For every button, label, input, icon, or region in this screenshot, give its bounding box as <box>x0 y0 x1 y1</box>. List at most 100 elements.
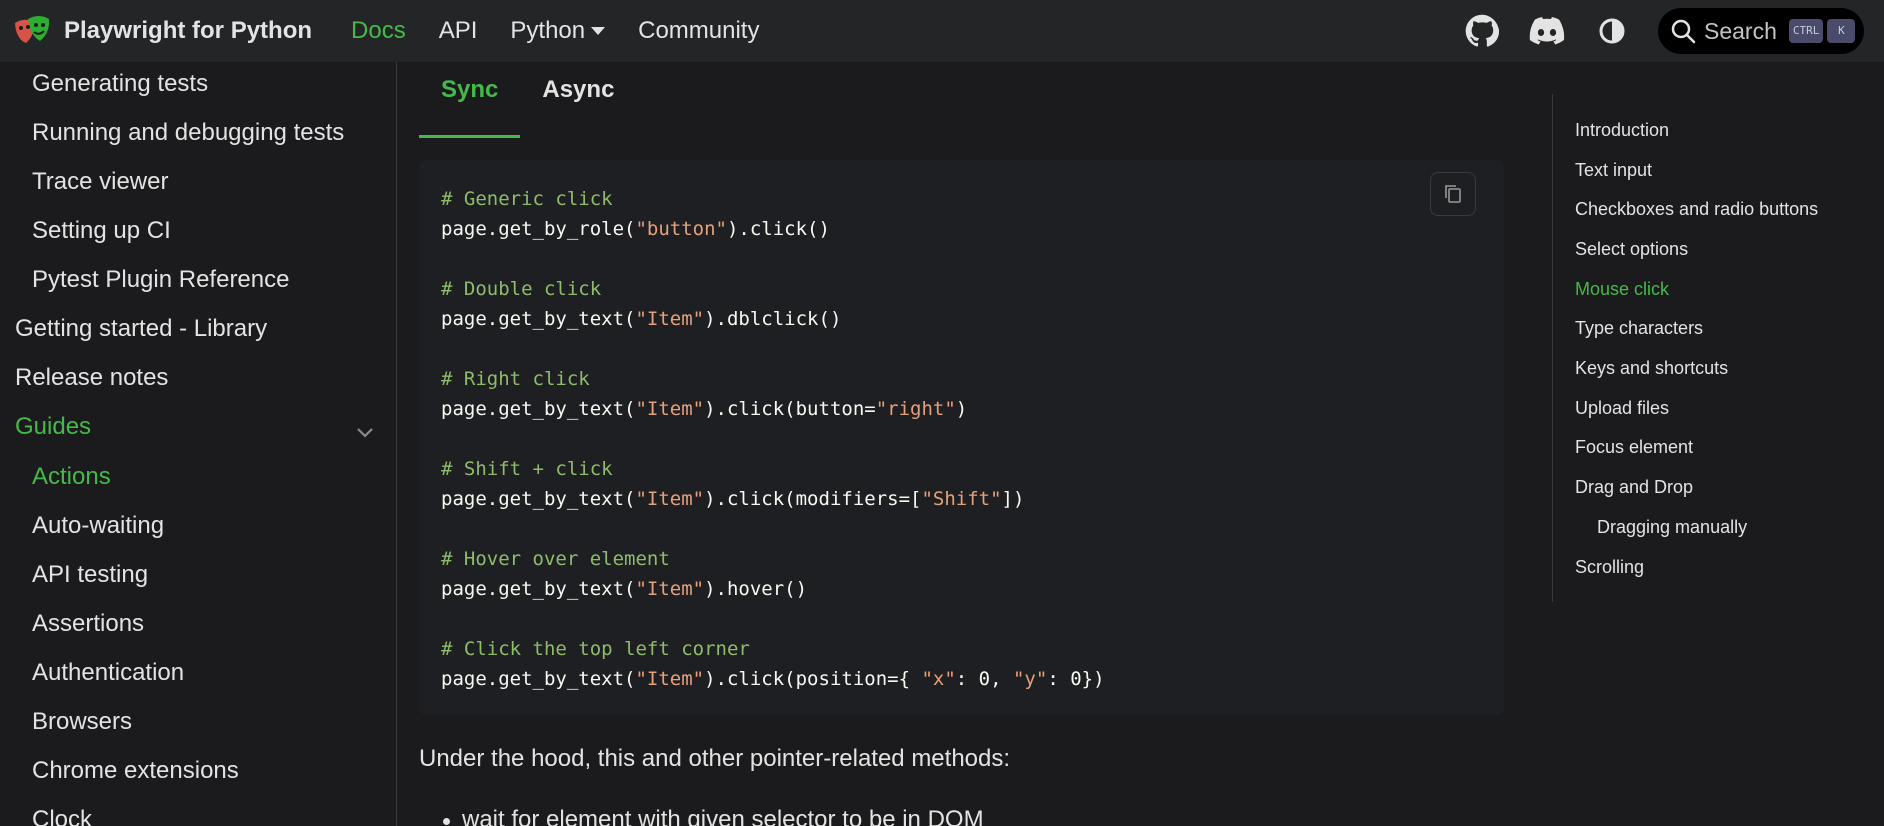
nav-link-community[interactable]: Community <box>638 17 759 45</box>
bullet-marker <box>443 818 450 825</box>
code-comment: # Click the top left corner <box>441 638 750 660</box>
code-string: "Item" <box>635 398 705 420</box>
sidebar-item-auto-waiting[interactable]: Auto-waiting <box>32 512 164 540</box>
discord-link[interactable] <box>1528 12 1566 50</box>
sidebar-item-authentication[interactable]: Authentication <box>32 659 184 687</box>
code-string: "Item" <box>635 308 705 330</box>
sidebar-item-api-testing[interactable]: API testing <box>32 561 148 589</box>
code-line: page.get_by_text("Item").click(modifiers… <box>441 484 1482 514</box>
toc-item-select-options[interactable]: Select options <box>1575 239 1688 260</box>
code-line: page.get_by_role("button").click() <box>441 214 1482 244</box>
code-token: ).click(button= <box>704 398 876 420</box>
code-comment: # Generic click <box>441 188 613 210</box>
sidebar-item-assertions[interactable]: Assertions <box>32 610 144 638</box>
brand-title: Playwright for Python <box>64 17 313 44</box>
bullet-item: wait for element with given selector to … <box>462 806 984 826</box>
toc-item-checkboxes[interactable]: Checkboxes and radio buttons <box>1575 199 1818 220</box>
nav-language-label: Python <box>510 17 586 44</box>
sidebar-item-setting-up-ci[interactable]: Setting up CI <box>32 217 171 245</box>
code-comment: # Double click <box>441 278 602 300</box>
search-button[interactable]: Search CTRL K <box>1658 8 1864 54</box>
discord-icon <box>1529 17 1565 45</box>
sidebar-item-release-notes[interactable]: Release notes <box>15 364 168 392</box>
code-token: page.get_by_text( <box>441 398 636 420</box>
search-icon <box>1671 19 1696 44</box>
code-token: page.get_by_role( <box>441 218 636 240</box>
code-token: page.get_by_text( <box>441 578 636 600</box>
toc-item-drag-and-drop[interactable]: Drag and Drop <box>1575 477 1693 498</box>
sidebar-item-browsers[interactable]: Browsers <box>32 708 132 736</box>
search-shortcut: CTRL K <box>1788 19 1860 43</box>
code-block: # Generic click page.get_by_role("button"… <box>419 160 1504 715</box>
code-token: page.get_by_text( <box>441 488 636 510</box>
sidebar-item-trace-viewer[interactable]: Trace viewer <box>32 168 168 196</box>
toc-item-mouse-click[interactable]: Mouse click <box>1575 279 1669 300</box>
code-comment: # Right click <box>441 368 590 390</box>
code-token: page.get_by_text( <box>441 668 636 690</box>
toc-item-introduction[interactable]: Introduction <box>1575 120 1669 141</box>
toc-item-type-characters[interactable]: Type characters <box>1575 318 1703 339</box>
code-token: ).click(position={ <box>704 668 922 690</box>
code-string: "Item" <box>635 488 705 510</box>
chevron-down-icon[interactable] <box>354 421 376 443</box>
code-line: # Double click <box>441 274 1482 304</box>
caret-down-icon <box>591 27 606 35</box>
tab-sync[interactable]: Sync <box>419 62 521 138</box>
code-token: : 0}) <box>1047 668 1105 690</box>
code-string: "x" <box>921 668 956 690</box>
tab-async[interactable]: Async <box>520 62 636 138</box>
code-token: ).click() <box>726 218 830 240</box>
code-lines: # Generic click page.get_by_role("button"… <box>441 184 1482 694</box>
brand-link[interactable]: Playwright for Python <box>12 0 312 62</box>
sidebar-item-actions[interactable]: Actions <box>32 463 111 491</box>
table-of-contents: Introduction Text input Checkboxes and r… <box>1552 94 1852 602</box>
toc-item-focus-element[interactable]: Focus element <box>1575 437 1693 458</box>
theme-toggle-button[interactable] <box>1593 12 1631 50</box>
copy-code-button[interactable] <box>1430 172 1476 216</box>
toc-item-keys-shortcuts[interactable]: Keys and shortcuts <box>1575 358 1728 379</box>
code-token: ]) <box>1001 488 1025 510</box>
copy-icon <box>1445 185 1461 203</box>
sidebar-item-getting-started-library[interactable]: Getting started - Library <box>15 315 267 343</box>
sidebar-item-running-debugging[interactable]: Running and debugging tests <box>32 119 344 147</box>
kbd-k: K <box>1827 19 1856 43</box>
github-icon <box>1465 14 1499 47</box>
code-string: "Shift" <box>921 488 1002 510</box>
sidebar-item-chrome-extensions[interactable]: Chrome extensions <box>32 757 239 785</box>
code-string: "Item" <box>635 578 705 600</box>
code-string: "button" <box>635 218 727 240</box>
docs-sidebar: Generating tests Running and debugging t… <box>0 62 397 826</box>
sidebar-category-guides[interactable]: Guides <box>15 413 91 441</box>
github-link[interactable] <box>1463 12 1501 50</box>
code-token: ).dblclick() <box>704 308 842 330</box>
code-comment: # Hover over element <box>441 548 670 570</box>
body-paragraph: Under the hood, this and other pointer-r… <box>419 745 1011 772</box>
nav-language-dropdown[interactable]: Python <box>510 17 606 45</box>
code-line: page.get_by_text("Item").click(button="r… <box>441 394 1482 424</box>
sidebar-item-generating-tests[interactable]: Generating tests <box>32 70 208 98</box>
toc-item-scrolling[interactable]: Scrolling <box>1575 557 1644 578</box>
nav-link-api[interactable]: API <box>439 17 478 45</box>
code-token: page.get_by_text( <box>441 308 636 330</box>
nav-link-docs[interactable]: Docs <box>351 17 406 45</box>
toc-item-dragging-manually[interactable]: Dragging manually <box>1597 517 1747 538</box>
code-token: ) <box>955 398 968 420</box>
code-line: # Hover over element <box>441 544 1482 574</box>
code-string: "y" <box>1012 668 1048 690</box>
code-line: # Click the top left corner <box>441 634 1482 664</box>
toc-item-upload-files[interactable]: Upload files <box>1575 398 1669 419</box>
code-line: page.get_by_text("Item").click(position=… <box>441 664 1482 694</box>
code-string: "Item" <box>635 668 705 690</box>
code-comment: # Shift + click <box>441 458 613 480</box>
code-line: # Generic click <box>441 184 1482 214</box>
code-line: # Shift + click <box>441 454 1482 484</box>
toc-item-text-input[interactable]: Text input <box>1575 160 1652 181</box>
sidebar-item-clock[interactable]: Clock <box>32 806 92 826</box>
playwright-logo-icon <box>15 16 50 43</box>
sidebar-item-pytest-plugin[interactable]: Pytest Plugin Reference <box>32 266 289 294</box>
